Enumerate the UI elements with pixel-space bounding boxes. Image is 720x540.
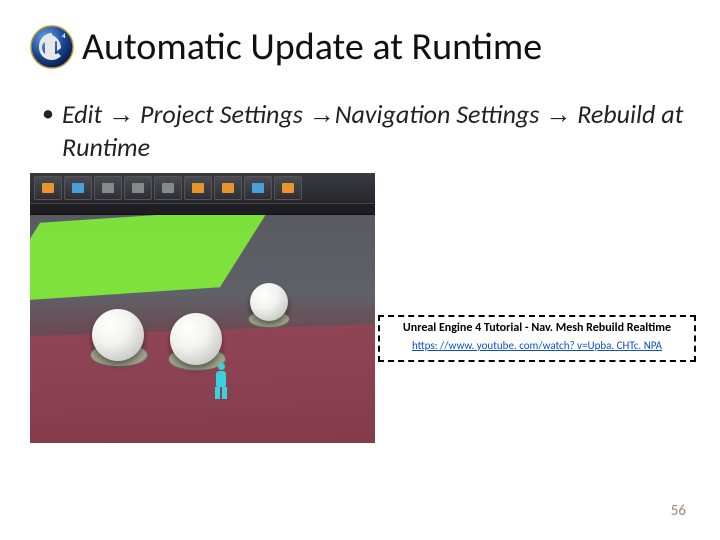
title-row: 4 Automatic Update at Runtime xyxy=(30,24,690,70)
callout-title: Unreal Engine 4 Tutorial - Nav. Mesh Reb… xyxy=(386,321,688,335)
page-title: Automatic Update at Runtime xyxy=(82,24,542,70)
page-number: 56 xyxy=(671,502,686,520)
toolbar-button[interactable] xyxy=(94,176,122,200)
toolbar-button[interactable] xyxy=(214,176,242,200)
svg-text:4: 4 xyxy=(62,31,66,40)
arrow-icon: → xyxy=(309,99,335,129)
bullet-text: Edit → Project Settings →Navigation Sett… xyxy=(62,98,690,163)
toolbar-button[interactable] xyxy=(154,176,182,200)
path-step-1: Edit xyxy=(62,98,102,130)
reference-callout: Unreal Engine 4 Tutorial - Nav. Mesh Reb… xyxy=(378,315,696,362)
navmesh-overlay xyxy=(30,215,270,303)
arrow-icon: → xyxy=(108,99,134,129)
bullet-item: • Edit → Project Settings →Navigation Se… xyxy=(30,98,690,163)
toolbar-button[interactable] xyxy=(34,176,62,200)
toolbar-button[interactable] xyxy=(184,176,212,200)
toolbar-button[interactable] xyxy=(64,176,92,200)
toolbar-button[interactable] xyxy=(244,176,272,200)
toolbar-button[interactable] xyxy=(124,176,152,200)
arrow-icon: → xyxy=(545,99,571,129)
slide: 4 Automatic Update at Runtime • Edit → P… xyxy=(0,0,720,540)
path-step-2: Project Settings xyxy=(140,98,303,130)
editor-screenshot xyxy=(30,173,375,443)
unreal-engine-logo-icon: 4 xyxy=(30,25,74,69)
player-character xyxy=(212,363,230,397)
editor-viewport[interactable] xyxy=(30,215,375,443)
sphere-mesh xyxy=(170,313,222,365)
toolbar-button[interactable] xyxy=(274,176,302,200)
youtube-link[interactable]: https: //www. youtube. com/watch? v=Upba… xyxy=(412,339,662,352)
bullet-marker: • xyxy=(42,98,54,129)
sphere-mesh xyxy=(92,309,144,361)
editor-toolbar xyxy=(30,173,375,203)
sphere-mesh xyxy=(250,283,288,321)
editor-subtoolbar xyxy=(30,203,375,215)
path-step-3: Navigation Settings xyxy=(335,98,540,130)
